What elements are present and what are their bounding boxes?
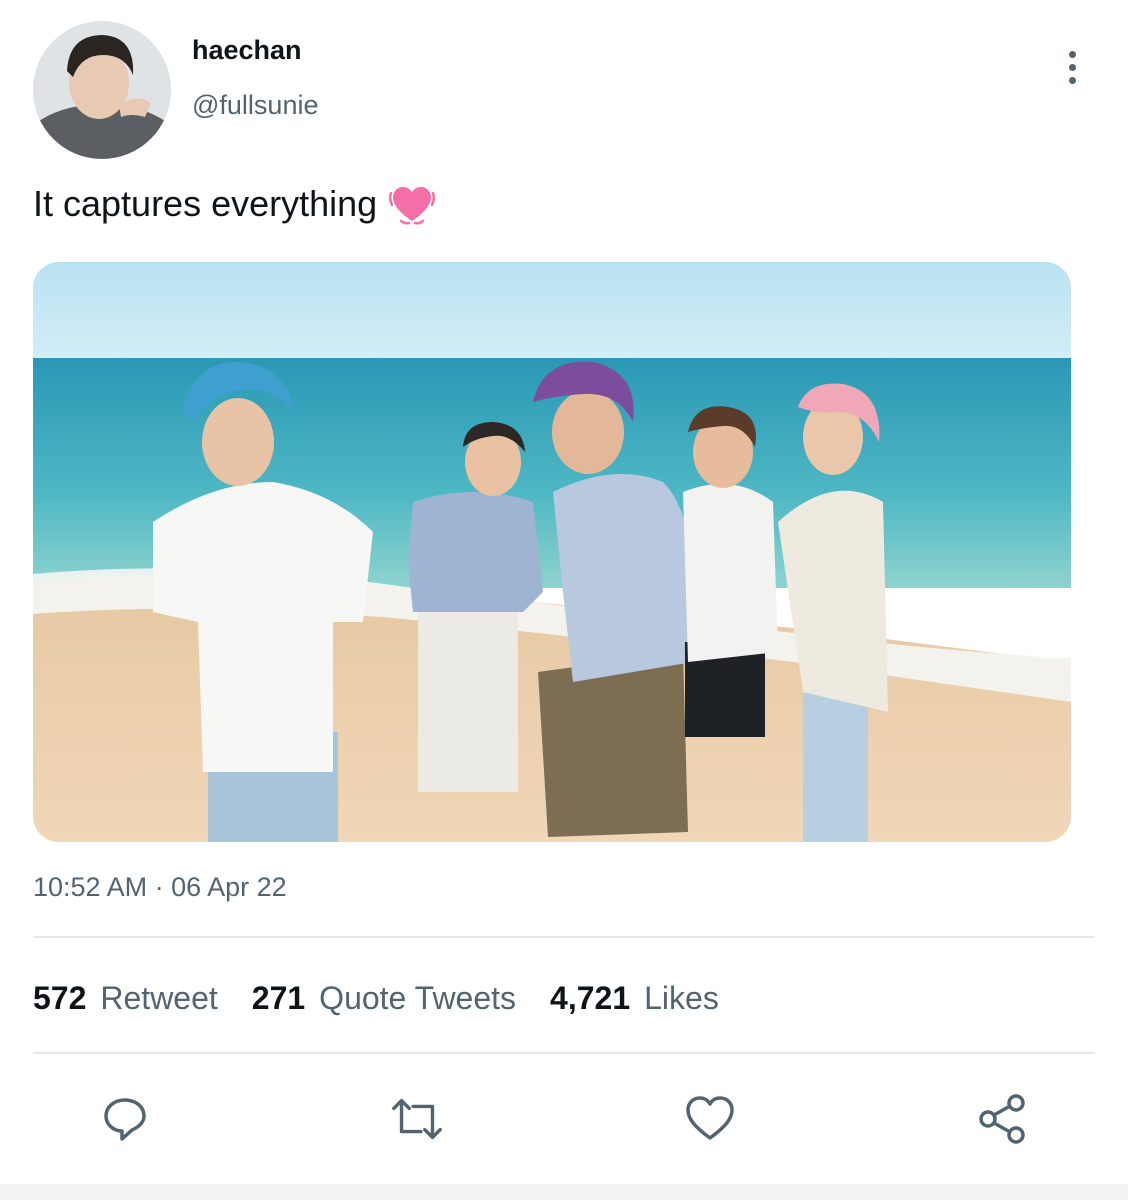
retweet-icon[interactable] — [388, 1090, 446, 1148]
more-vertical-icon[interactable] — [1052, 44, 1092, 90]
beating-heart-icon — [389, 183, 436, 225]
avatar[interactable] — [33, 21, 171, 159]
quotes-label: Quote Tweets — [319, 980, 517, 1016]
retweets-count: 572 — [33, 980, 87, 1016]
avatar-image — [33, 21, 171, 159]
divider — [33, 936, 1095, 938]
likes-count: 4,721 — [550, 980, 631, 1016]
beach-photo — [33, 262, 1071, 842]
quotes-count: 271 — [251, 980, 306, 1016]
tweet-photo[interactable] — [33, 262, 1071, 842]
tweet-text: It captures everything — [33, 183, 378, 224]
retweets-label: Retweet — [100, 980, 218, 1016]
divider — [33, 1052, 1095, 1054]
reply-icon[interactable] — [96, 1090, 154, 1148]
likes-stat[interactable]: 4,721 Likes — [550, 978, 719, 1018]
bottom-edge — [0, 1184, 1128, 1200]
quotes-stat[interactable]: 271 Quote Tweets — [252, 978, 516, 1018]
share-icon[interactable] — [974, 1090, 1032, 1148]
tweet-timestamp[interactable]: 10:52 AM · 06 Apr 22 — [33, 870, 287, 904]
likes-label: Likes — [644, 980, 719, 1016]
user-handle[interactable]: @fullsunie — [192, 89, 318, 121]
display-name[interactable]: haechan — [192, 34, 302, 66]
tweet-stats: 572 Retweet 271 Quote Tweets 4,721 Likes — [33, 978, 719, 1018]
heart-icon[interactable] — [681, 1090, 739, 1148]
tweet-text-container: It captures everything — [33, 181, 436, 227]
retweets-stat[interactable]: 572 Retweet — [33, 978, 218, 1018]
